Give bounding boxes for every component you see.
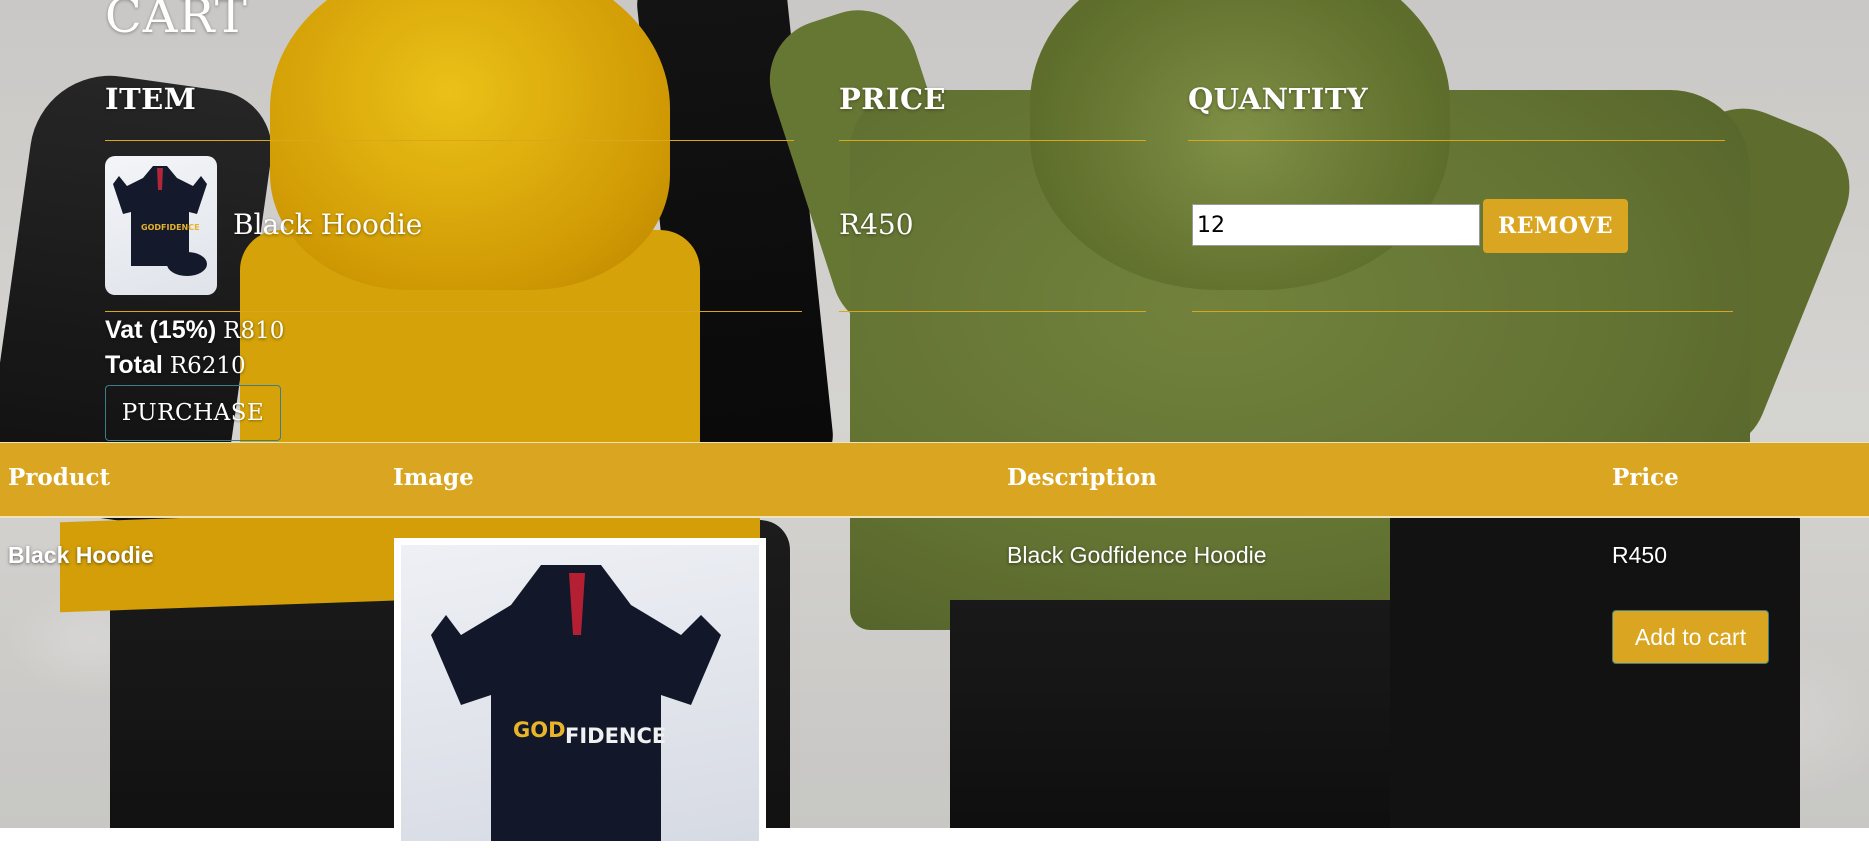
svg-text:FIDENCE: FIDENCE (565, 724, 666, 748)
row-divider (839, 311, 1146, 312)
cart-item-name: Black Hoodie (233, 208, 423, 241)
header-price: Price (1612, 464, 1679, 491)
vat-value: R810 (223, 318, 285, 344)
add-to-cart-button[interactable]: Add to cart (1612, 610, 1769, 664)
header-image: Image (393, 464, 474, 491)
header-description: Description (1007, 464, 1157, 491)
column-header-quantity: QUANTITY (1188, 82, 1369, 116)
header-divider (1188, 140, 1725, 141)
total-label: Total (105, 351, 163, 379)
vat-summary: Vat (15%) R810 (105, 316, 284, 345)
header-divider (839, 140, 1146, 141)
product-image: GOD FIDENCE (394, 538, 766, 848)
cart-title: CART (105, 0, 248, 44)
cart-item-price: R450 (839, 208, 914, 241)
cart-item-thumbnail: GODFIDENCE (105, 156, 217, 295)
row-divider (1192, 311, 1733, 312)
vat-label: Vat (15%) (105, 316, 217, 344)
hoodie-photo-icon: GODFIDENCE (113, 166, 207, 276)
header-divider (105, 140, 794, 141)
product-description: Black Godfidence Hoodie (1007, 542, 1267, 568)
row-divider (105, 311, 802, 312)
svg-text:GOD: GOD (513, 718, 566, 742)
product-price: R450 (1612, 542, 1667, 568)
product-table-header: Product Image Description Price (0, 442, 1869, 518)
column-header-item: ITEM (105, 82, 197, 116)
hoodie-photo-icon: GOD FIDENCE (431, 565, 721, 841)
remove-button[interactable]: REMOVE (1483, 199, 1628, 253)
header-product: Product (8, 464, 111, 491)
product-name: Black Hoodie (8, 542, 154, 568)
total-summary: Total R6210 (105, 351, 246, 380)
quantity-input[interactable] (1192, 204, 1480, 246)
purchase-button[interactable]: PURCHASE (105, 385, 281, 441)
svg-text:GODFIDENCE: GODFIDENCE (141, 223, 200, 232)
column-header-price: PRICE (839, 82, 947, 116)
total-value: R6210 (169, 353, 246, 379)
